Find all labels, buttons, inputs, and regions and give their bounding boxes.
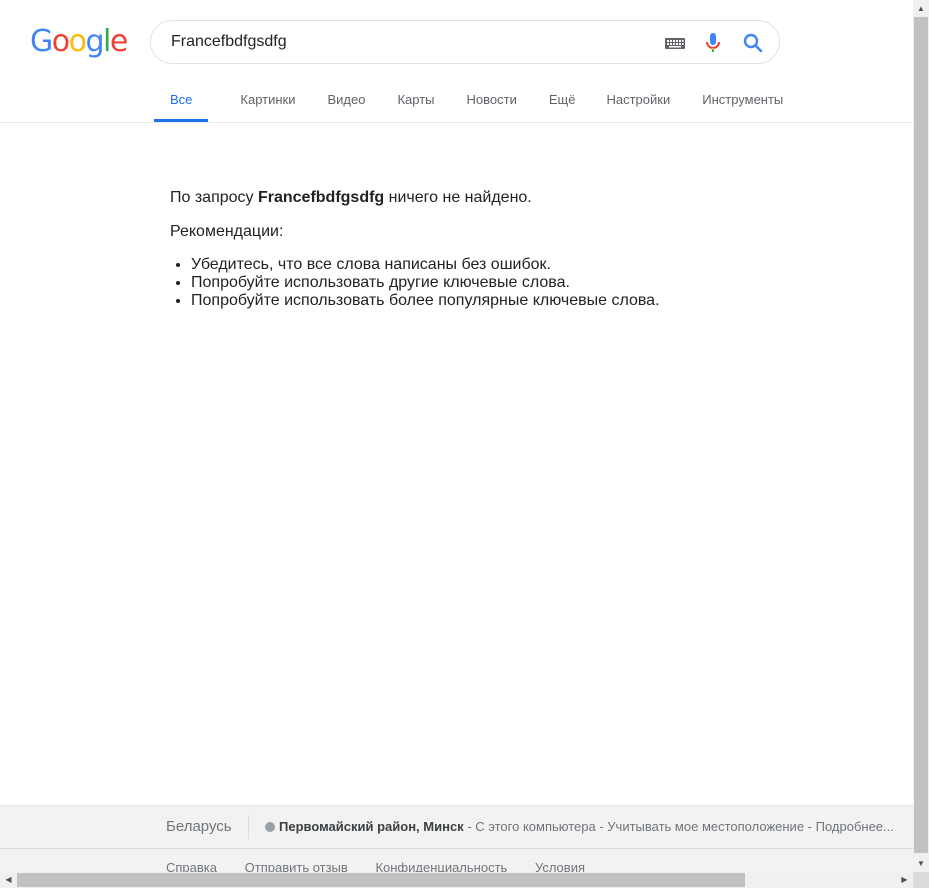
- horizontal-scrollbar[interactable]: ◀ ▶: [0, 872, 913, 888]
- footer-location-row: Беларусь Первомайский район, Минск - С э…: [0, 806, 913, 849]
- recommendations-list: Убедитесь, что все слова написаны без ош…: [170, 256, 820, 310]
- header-divider: [0, 122, 913, 123]
- scroll-up-arrow-icon[interactable]: ▲: [913, 0, 929, 17]
- footer: Беларусь Первомайский район, Минск - С э…: [0, 805, 913, 872]
- no-results-suffix: ничего не найдено.: [384, 189, 532, 206]
- location-sep: -: [595, 819, 608, 834]
- location-sep: -: [463, 819, 476, 834]
- search-input[interactable]: [171, 21, 641, 63]
- footer-link-terms[interactable]: Условия: [535, 860, 585, 872]
- footer-link-feedback[interactable]: Отправить отзыв: [245, 860, 348, 872]
- logo-letter-l: l: [103, 24, 111, 59]
- scrollbar-corner: [913, 872, 929, 888]
- location-sep: -: [804, 819, 816, 834]
- tab-all[interactable]: Все: [154, 80, 209, 122]
- footer-links: Справка Отправить отзыв Конфиденциальнос…: [166, 860, 609, 872]
- location-dot-icon: [265, 822, 275, 832]
- vertical-scrollbar[interactable]: ▲ ▼: [913, 0, 929, 872]
- recommendation-item: Убедитесь, что все слова написаны без ош…: [191, 256, 820, 274]
- search-box: [150, 20, 780, 64]
- search-tabs: Все Картинки Видео Карты Новости Ещё Нас…: [154, 80, 815, 122]
- vertical-scroll-thumb[interactable]: [914, 17, 928, 853]
- tab-video[interactable]: Видео: [328, 80, 366, 120]
- no-results-section: По запросу Francefbdfgsdfg ничего не най…: [170, 188, 820, 310]
- no-results-prefix: По запросу: [170, 189, 258, 206]
- scroll-right-arrow-icon[interactable]: ▶: [896, 872, 913, 888]
- recommendations-title: Рекомендации:: [170, 223, 284, 240]
- recommendation-item: Попробуйте использовать другие ключевые …: [191, 274, 820, 292]
- logo-letter-g2: g: [85, 24, 104, 59]
- logo-letter-g1: G: [30, 24, 53, 59]
- footer-link-privacy[interactable]: Конфиденциальность: [375, 860, 507, 872]
- no-results-message: По запросу Francefbdfgsdfg ничего не най…: [170, 188, 820, 208]
- footer-separator: [248, 815, 249, 839]
- search-results-page: G o o g l e Francefbdfgsdfg Все Картинки…: [0, 0, 913, 872]
- location-more-link[interactable]: Подробнее...: [816, 819, 894, 834]
- tab-tools[interactable]: Инструменты: [702, 80, 783, 120]
- microphone-icon[interactable]: [701, 31, 725, 55]
- logo-letter-o2: o: [68, 24, 87, 59]
- keyboard-icon[interactable]: [663, 31, 687, 55]
- location-name: Первомайский район, Минск: [279, 819, 464, 834]
- footer-location: Первомайский район, Минск - С этого комп…: [265, 819, 905, 834]
- logo-letter-o1: o: [51, 24, 70, 59]
- search-icon[interactable]: [741, 31, 765, 55]
- scroll-left-arrow-icon[interactable]: ◀: [0, 872, 17, 888]
- tab-news[interactable]: Новости: [467, 80, 517, 120]
- recommendation-item: Попробуйте использовать более популярные…: [191, 292, 820, 310]
- location-from-computer-link[interactable]: С этого компьютера: [475, 819, 595, 834]
- tab-settings[interactable]: Настройки: [606, 80, 670, 120]
- logo-letter-e: e: [109, 24, 128, 59]
- footer-country: Беларусь: [166, 818, 232, 835]
- google-logo[interactable]: G o o g l e: [30, 24, 128, 60]
- tab-more[interactable]: Ещё: [549, 80, 576, 120]
- no-results-query: Francefbdfgsdfg: [257, 189, 385, 206]
- scroll-down-arrow-icon[interactable]: ▼: [913, 855, 929, 872]
- use-my-location-link[interactable]: Учитывать мое местоположение: [607, 819, 804, 834]
- horizontal-scroll-thumb[interactable]: [17, 873, 745, 887]
- tab-images[interactable]: Картинки: [240, 80, 295, 120]
- tab-maps[interactable]: Карты: [397, 80, 434, 120]
- footer-link-help[interactable]: Справка: [166, 860, 217, 872]
